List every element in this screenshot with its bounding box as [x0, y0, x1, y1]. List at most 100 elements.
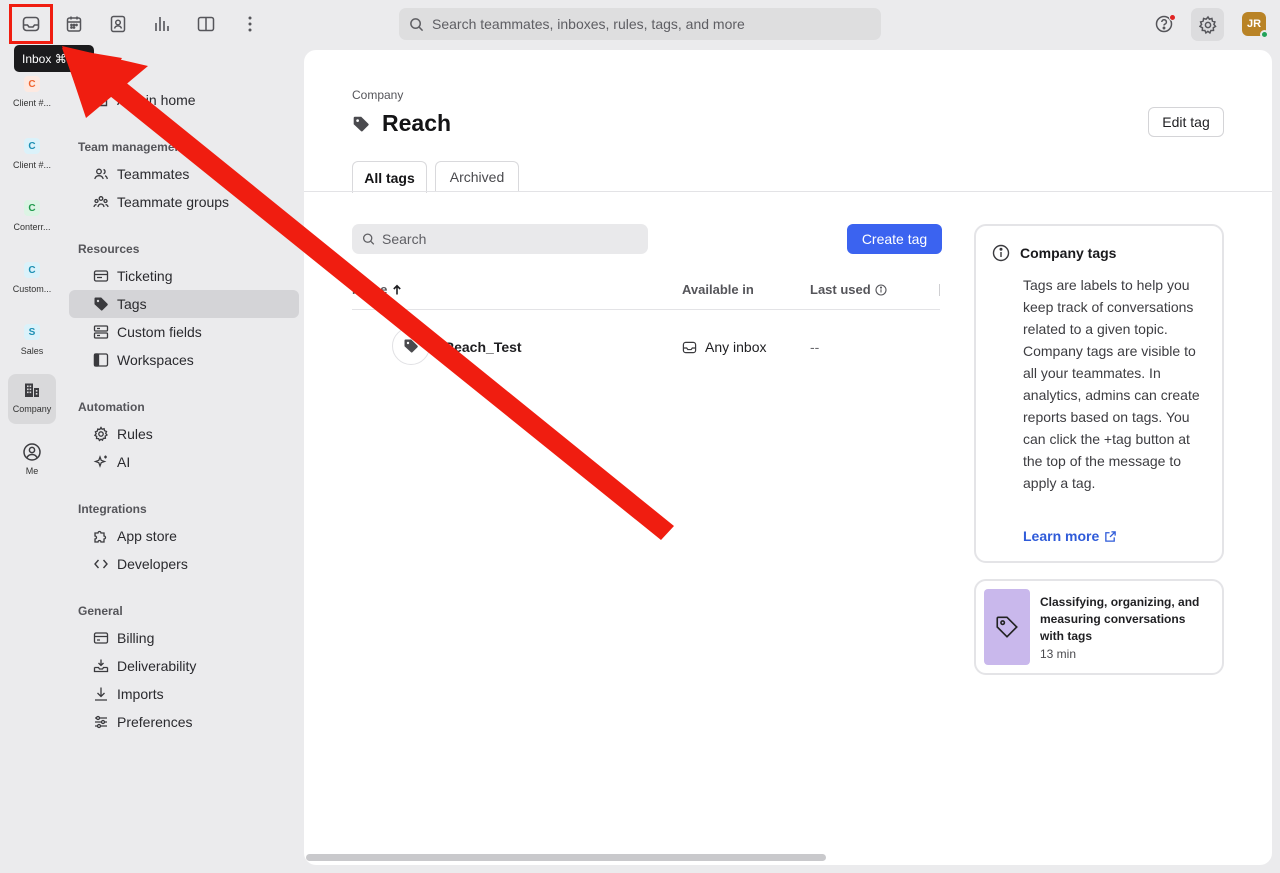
edit-tag-button[interactable]: Edit tag — [1148, 107, 1224, 137]
column-separator — [939, 284, 940, 296]
rail-label: Client #... — [12, 160, 52, 170]
learn-more-label: Learn more — [1023, 528, 1100, 544]
rail-item-custom[interactable]: C Custom... — [8, 256, 56, 306]
code-icon — [94, 559, 108, 569]
nav-label: Ticketing — [117, 268, 173, 284]
nav-label: Preferences — [117, 714, 193, 730]
info-card-body: Tags are labels to help you keep track o… — [1023, 277, 1200, 491]
info-card-title: Company tags — [1020, 245, 1117, 261]
users-icon — [94, 168, 108, 180]
tab-all-tags[interactable]: All tags — [352, 161, 427, 193]
help-icon[interactable] — [1149, 9, 1179, 39]
annotation-highlight-box — [9, 4, 53, 44]
search-icon — [410, 17, 424, 31]
nav-tags[interactable]: Tags — [69, 290, 299, 318]
tag-icon — [392, 327, 430, 365]
column-header-last-used[interactable]: Last used — [810, 282, 887, 297]
page-header: Reach — [352, 110, 451, 137]
rail-item-me[interactable]: Me — [8, 436, 56, 486]
nav-section-resources: Resources — [78, 242, 140, 256]
rail-badge: C — [24, 138, 40, 154]
search-icon — [362, 233, 375, 245]
rail-item-client-1[interactable]: C Client #... — [8, 70, 56, 120]
create-tag-button[interactable]: Create tag — [847, 224, 942, 254]
global-search-input[interactable] — [432, 16, 881, 32]
info-icon — [875, 283, 887, 296]
learn-more-link[interactable]: Learn more — [1023, 528, 1117, 544]
course-card[interactable]: Classifying, organizing, and measuring c… — [974, 579, 1224, 675]
nav-deliverability[interactable]: Deliverability — [69, 652, 299, 680]
building-icon — [25, 383, 39, 397]
rail-badge: C — [24, 200, 40, 216]
nav-section-team: Team management — [78, 140, 186, 154]
nav-teammate-groups[interactable]: Teammate groups — [69, 188, 299, 216]
nav-label: Admin home — [117, 92, 196, 108]
sparkle-icon — [93, 455, 107, 468]
nav-rules[interactable]: Rules — [69, 420, 299, 448]
tab-archived[interactable]: Archived — [435, 161, 519, 192]
nav-admin-home[interactable]: Admin home — [69, 86, 299, 114]
table-divider — [352, 309, 940, 310]
credit-card-icon — [93, 632, 109, 644]
rail-label: Company — [12, 404, 52, 414]
gear-icon[interactable] — [1191, 8, 1224, 41]
calendar-icon[interactable] — [59, 9, 89, 39]
nav-imports[interactable]: Imports — [69, 680, 299, 708]
external-link-icon — [1105, 530, 1117, 542]
avatar-initials: JR — [1246, 18, 1262, 30]
rail-label: Sales — [20, 346, 44, 356]
tag-icon — [353, 116, 369, 131]
nav-workspaces[interactable]: Workspaces — [69, 346, 299, 374]
fields-icon — [93, 325, 109, 339]
rail-badge: C — [24, 262, 40, 278]
nav-billing[interactable]: Billing — [69, 624, 299, 652]
rail-item-sales[interactable]: S Sales — [8, 318, 56, 368]
global-search[interactable] — [399, 8, 881, 40]
more-icon[interactable] — [235, 9, 265, 39]
top-bar: JR — [0, 0, 1280, 50]
tag-search-input[interactable] — [382, 231, 648, 247]
nav-label: Tags — [117, 296, 147, 312]
nav-label: Teammates — [117, 166, 190, 182]
page-title: Reach — [382, 110, 452, 136]
rail-badge: S — [24, 324, 40, 340]
avatar[interactable]: JR — [1242, 12, 1269, 39]
nav-ai[interactable]: AI — [69, 448, 299, 476]
column-header-name[interactable]: Name — [352, 282, 403, 297]
puzzle-icon — [94, 530, 107, 543]
nav-preferences[interactable]: Preferences — [69, 708, 299, 736]
breadcrumb[interactable]: Company — [352, 88, 403, 102]
nav-custom-fields[interactable]: Custom fields — [69, 318, 299, 346]
ticket-icon — [93, 270, 109, 282]
column-header-available[interactable]: Available in — [682, 282, 754, 297]
nav-label: Imports — [117, 686, 164, 702]
course-duration: 13 min — [1040, 647, 1077, 661]
nav-section-integrations: Integrations — [78, 502, 147, 516]
home-icon — [94, 93, 108, 107]
rail-item-client-2[interactable]: C Client #... — [8, 132, 56, 182]
nav-label: Workspaces — [117, 352, 194, 368]
rail-item-conterr[interactable]: C Conterr... — [8, 194, 56, 244]
horizontal-scrollbar[interactable] — [306, 854, 826, 861]
rail-item-company[interactable]: Company — [8, 374, 56, 424]
nav-developers[interactable]: Developers — [69, 550, 299, 578]
tag-availability: Any inbox — [682, 339, 766, 355]
tag-outline-icon — [996, 616, 1018, 638]
user-circle-icon — [23, 443, 41, 461]
tag-name[interactable]: Reach_Test — [444, 339, 522, 355]
notification-dot — [1169, 14, 1176, 21]
nav-app-store[interactable]: App store — [69, 522, 299, 550]
book-icon[interactable] — [191, 9, 221, 39]
main-panel: Company Reach Edit tag All tags Archived… — [304, 50, 1272, 865]
tag-search[interactable] — [352, 224, 648, 254]
cog-icon — [93, 426, 108, 442]
rail-label: Me — [25, 466, 39, 476]
contacts-icon[interactable] — [103, 9, 133, 39]
nav-label: Custom fields — [117, 324, 202, 340]
sliders-icon — [95, 715, 107, 729]
tab-divider — [304, 191, 1272, 192]
nav-ticketing[interactable]: Ticketing — [69, 262, 299, 290]
online-status-dot — [1260, 30, 1269, 39]
analytics-icon[interactable] — [147, 9, 177, 39]
nav-teammates[interactable]: Teammates — [69, 160, 299, 188]
